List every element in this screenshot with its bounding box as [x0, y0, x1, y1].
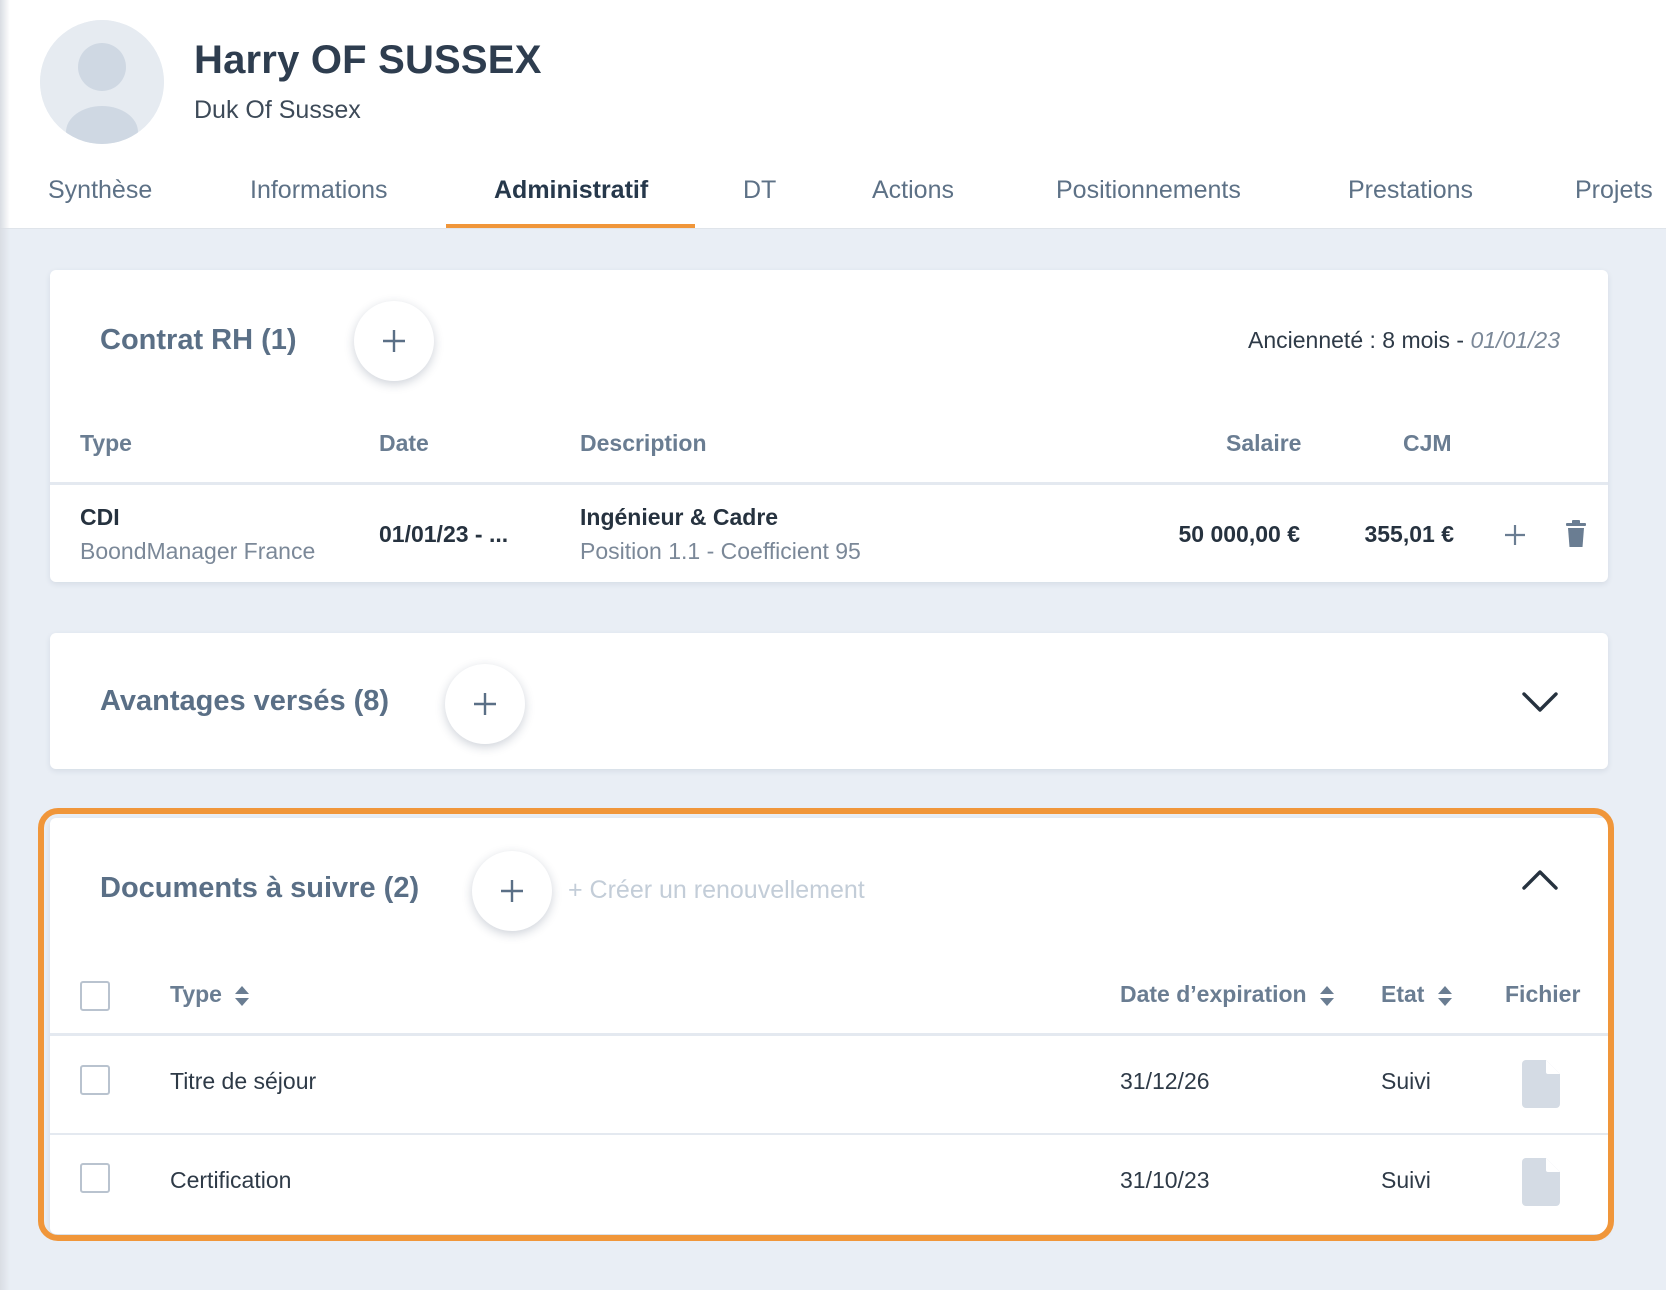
- sort-icon: [1437, 985, 1452, 1006]
- tab-projets[interactable]: Projets: [1575, 168, 1653, 229]
- document-type: Titre de séjour: [170, 1068, 317, 1094]
- contract-company: BoondManager France: [80, 538, 316, 564]
- tab-synthese[interactable]: Synthèse: [48, 168, 152, 229]
- avatar-placeholder-icon: [40, 20, 164, 144]
- chevron-down-icon[interactable]: [1521, 690, 1559, 714]
- column-header-type: Type: [80, 430, 132, 456]
- header-divider: [50, 482, 1608, 485]
- header-divider: [50, 1033, 1608, 1036]
- document-etat: Suivi: [1381, 1167, 1431, 1193]
- tab-dt[interactable]: DT: [743, 168, 776, 229]
- profile-title: Duk Of Sussex: [194, 96, 361, 124]
- file-icon[interactable]: [1522, 1158, 1560, 1206]
- column-header-fichier: Fichier: [1505, 981, 1581, 1007]
- document-type: Certification: [170, 1167, 292, 1193]
- contract-salaire: 50 000,00 €: [1178, 521, 1300, 547]
- row-divider: [50, 1133, 1608, 1135]
- tab-administratif[interactable]: Administratif: [494, 168, 648, 229]
- document-etat: Suivi: [1381, 1068, 1431, 1094]
- contract-type: CDI: [80, 504, 120, 530]
- sort-icon: [1320, 985, 1334, 1006]
- trash-icon[interactable]: [1565, 520, 1587, 548]
- column-header-type-label: Type: [170, 981, 222, 1007]
- select-all-checkbox[interactable]: [80, 981, 110, 1011]
- chevron-up-icon[interactable]: [1521, 868, 1559, 892]
- column-header-date: Date: [379, 430, 429, 456]
- anciennete: Ancienneté : 8 mois - 01/01/23: [1248, 327, 1560, 354]
- file-icon[interactable]: [1522, 1060, 1560, 1108]
- column-header-type[interactable]: Type: [170, 981, 250, 1008]
- active-tab-indicator: [446, 224, 695, 228]
- documents-card: Documents à suivre (2) + Créer un renouv…: [50, 818, 1608, 1234]
- row-checkbox[interactable]: [80, 1163, 110, 1193]
- contrat-rh-title: Contrat RH (1): [100, 324, 297, 356]
- contract-position: Position 1.1 - Coefficient 95: [580, 538, 861, 564]
- anciennete-date: 01/01/23: [1470, 327, 1560, 353]
- create-renewal-link[interactable]: + Créer un renouvellement: [568, 876, 865, 905]
- tab-prestations[interactable]: Prestations: [1348, 168, 1473, 229]
- column-header-cjm: CJM: [1403, 430, 1452, 456]
- plus-icon: [501, 880, 523, 902]
- document-expiration: 31/12/26: [1120, 1068, 1210, 1094]
- profile-header: Harry OF SUSSEX Duk Of Sussex Synthèse I…: [0, 0, 1666, 229]
- sort-icon: [235, 985, 250, 1006]
- anciennete-label: Ancienneté : 8 mois -: [1248, 327, 1471, 353]
- contract-date: 01/01/23 - ...: [379, 521, 509, 547]
- document-expiration: 31/10/23: [1120, 1167, 1210, 1193]
- add-document-button[interactable]: [472, 851, 552, 931]
- add-contrat-button[interactable]: [354, 301, 434, 381]
- avantages-title: Avantages versés (8): [100, 685, 390, 717]
- plus-icon: [474, 693, 496, 715]
- profile-name: Harry OF SUSSEX: [194, 38, 542, 82]
- column-header-expiration-label: Date d’expiration: [1120, 981, 1307, 1007]
- tab-informations[interactable]: Informations: [250, 168, 388, 229]
- tab-actions[interactable]: Actions: [872, 168, 954, 229]
- avatar[interactable]: [40, 20, 164, 144]
- column-header-description: Description: [580, 430, 707, 456]
- add-avantage-button[interactable]: [445, 664, 525, 744]
- contract-cjm: 355,01 €: [1364, 521, 1454, 547]
- column-header-etat-label: Etat: [1381, 981, 1425, 1007]
- left-edge-shadow: [0, 0, 10, 1290]
- documents-title: Documents à suivre (2): [100, 872, 420, 904]
- row-checkbox[interactable]: [80, 1065, 110, 1095]
- avantages-card: Avantages versés (8): [50, 633, 1608, 769]
- tab-positionnements[interactable]: Positionnements: [1056, 168, 1241, 229]
- column-header-expiration[interactable]: Date d’expiration: [1120, 981, 1335, 1008]
- add-row-plus-icon[interactable]: [1504, 524, 1526, 546]
- tab-bar: Synthèse Informations Administratif DT A…: [0, 168, 1666, 229]
- column-header-salaire: Salaire: [1226, 430, 1302, 456]
- plus-icon: [383, 330, 405, 352]
- column-header-etat[interactable]: Etat: [1381, 981, 1453, 1008]
- contrat-rh-card: Contrat RH (1) Ancienneté : 8 mois - 01/…: [50, 270, 1608, 582]
- contract-description: Ingénieur & Cadre: [580, 504, 779, 530]
